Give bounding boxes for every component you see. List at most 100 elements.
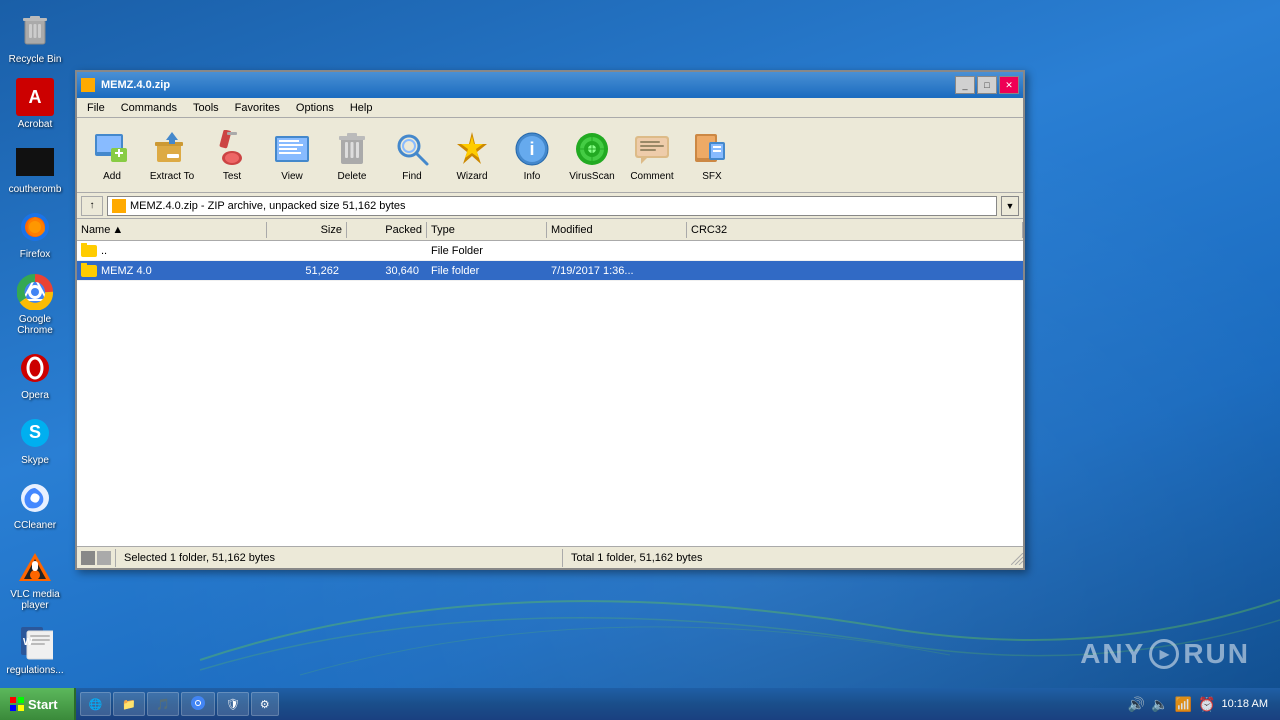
up-button[interactable]: ↑ <box>81 196 103 216</box>
svg-text:W: W <box>23 637 33 648</box>
delete-icon <box>332 129 372 169</box>
toolbar-extract-button[interactable]: Extract To <box>143 123 201 188</box>
file-size-cell: 51,262 <box>267 263 347 279</box>
acrobat-icon: A <box>15 77 55 117</box>
window-title: MEMZ.4.0.zip <box>101 79 170 91</box>
toolbar-add-button[interactable]: Add <box>83 123 141 188</box>
comment-icon <box>632 129 672 169</box>
vlc-label: VLC media player <box>5 589 65 611</box>
volume-icon[interactable]: 🔈 <box>1151 696 1168 713</box>
firefox-label: Firefox <box>20 249 51 260</box>
desktop-icon-ccleaner[interactable]: CCleaner <box>3 474 67 535</box>
word-label: regulations... <box>6 665 63 676</box>
desktop-icon-acrobat[interactable]: A Acrobat <box>3 73 67 134</box>
chrome-taskbar-icon <box>190 695 206 714</box>
table-row[interactable]: MEMZ 4.0 51,262 30,640 File folder 7/19/… <box>77 261 1023 281</box>
system-tray: 🔊 🔈 📶 ⏰ 10:18 AM <box>1120 696 1280 713</box>
coutheromb-label: coutheromb <box>9 184 62 195</box>
toolbar-delete-button[interactable]: Delete <box>323 123 381 188</box>
status-icon-1 <box>81 551 95 565</box>
menu-tools[interactable]: Tools <box>187 100 225 116</box>
minimize-button[interactable]: _ <box>955 76 975 94</box>
taskbar: Start 🌐 📁 🎵 🛡 ⚙ 🔊 <box>0 688 1280 720</box>
desktop-icon-firefox[interactable]: Firefox <box>3 203 67 264</box>
status-resize-handle[interactable] <box>1009 551 1023 565</box>
toolbar-test-button[interactable]: Test <box>203 123 261 188</box>
anyrun-play-icon <box>1149 639 1179 669</box>
taskbar-chrome[interactable] <box>181 692 215 716</box>
folder-icon <box>81 265 97 277</box>
file-modified-cell: 7/19/2017 1:36... <box>547 263 687 279</box>
toolbar-info-button[interactable]: i Info <box>503 123 561 188</box>
wizard-icon <box>452 129 492 169</box>
opera-icon <box>15 348 55 388</box>
desktop-icon-opera[interactable]: Opera <box>3 344 67 405</box>
start-label: Start <box>28 697 58 712</box>
file-modified-cell <box>547 249 687 253</box>
desktop-icon-google-chrome[interactable]: Google Chrome <box>3 268 67 340</box>
desktop-icon-word[interactable]: W regulations... <box>3 619 67 680</box>
status-left: Selected 1 folder, 51,162 bytes <box>116 552 562 564</box>
taskbar-ie[interactable]: 🌐 <box>80 692 112 716</box>
col-header-name[interactable]: Name ▲ <box>77 222 267 238</box>
menu-options[interactable]: Options <box>290 100 340 116</box>
file-size-cell <box>267 249 347 253</box>
menu-file[interactable]: File <box>81 100 111 116</box>
file-packed-cell <box>347 249 427 253</box>
find-icon <box>392 129 432 169</box>
virusscan-label: VirusScan <box>569 171 614 182</box>
col-header-packed[interactable]: Packed <box>347 222 427 238</box>
toolbar-view-button[interactable]: View <box>263 123 321 188</box>
close-button[interactable]: ✕ <box>999 76 1019 94</box>
opera-label: Opera <box>21 390 49 401</box>
file-crc32-cell <box>687 249 1023 253</box>
coutheromb-icon <box>15 142 55 182</box>
add-icon <box>92 129 132 169</box>
toolbar-find-button[interactable]: Find <box>383 123 441 188</box>
address-text: MEMZ.4.0.zip - ZIP archive, unpacked siz… <box>130 200 992 212</box>
network-icon[interactable]: 🔊 <box>1128 696 1145 713</box>
start-button[interactable]: Start <box>0 688 76 720</box>
toolbar-virusscan-button[interactable]: VirusScan <box>563 123 621 188</box>
info-label: Info <box>524 171 541 182</box>
file-name-cell: .. <box>77 243 267 259</box>
maximize-button[interactable]: □ <box>977 76 997 94</box>
title-bar-icon <box>81 78 95 92</box>
status-icons <box>77 551 115 565</box>
file-list-container[interactable]: Name ▲ Size Packed Type Modified CRC32 <box>77 219 1023 546</box>
taskbar-net-icon[interactable]: 📶 <box>1175 696 1192 713</box>
address-field: MEMZ.4.0.zip - ZIP archive, unpacked siz… <box>107 196 997 216</box>
sfx-icon <box>692 129 732 169</box>
menu-commands[interactable]: Commands <box>115 100 183 116</box>
ccleaner-label: CCleaner <box>14 520 56 531</box>
toolbar-comment-button[interactable]: Comment <box>623 123 681 188</box>
taskbar-media[interactable]: 🎵 <box>147 692 179 716</box>
toolbar-sfx-button[interactable]: SFX <box>683 123 741 188</box>
address-dropdown[interactable]: ▼ <box>1001 196 1019 216</box>
menu-help[interactable]: Help <box>344 100 379 116</box>
toolbar-wizard-button[interactable]: Wizard <box>443 123 501 188</box>
explorer-icon: 📁 <box>122 698 136 711</box>
col-header-type[interactable]: Type <box>427 222 547 238</box>
table-row[interactable]: .. File Folder <box>77 241 1023 261</box>
col-header-modified[interactable]: Modified <box>547 222 687 238</box>
test-label: Test <box>223 171 241 182</box>
taskbar-taskmgr[interactable]: ⚙ <box>251 692 279 716</box>
taskmgr-icon: ⚙ <box>260 698 270 711</box>
col-header-size[interactable]: Size <box>267 222 347 238</box>
title-controls: _ □ ✕ <box>955 76 1019 94</box>
status-bar: Selected 1 folder, 51,162 bytes Total 1 … <box>77 546 1023 568</box>
desktop-icon-recycle-bin[interactable]: Recycle Bin <box>3 8 67 69</box>
desktop-icon-vlc[interactable]: VLC media player <box>3 543 67 615</box>
view-icon <box>272 129 312 169</box>
anyrun-watermark: ANY RUN <box>1080 638 1250 670</box>
menu-favorites[interactable]: Favorites <box>229 100 286 116</box>
taskbar-defender[interactable]: 🛡 <box>217 692 249 716</box>
col-header-crc32[interactable]: CRC32 <box>687 222 1023 238</box>
delete-label: Delete <box>338 171 367 182</box>
desktop-icon-skype[interactable]: S Skype <box>3 409 67 470</box>
desktop-icon-coutheromb[interactable]: coutheromb <box>3 138 67 199</box>
folder-icon <box>81 245 97 257</box>
comment-label: Comment <box>630 171 673 182</box>
taskbar-explorer[interactable]: 📁 <box>113 692 145 716</box>
